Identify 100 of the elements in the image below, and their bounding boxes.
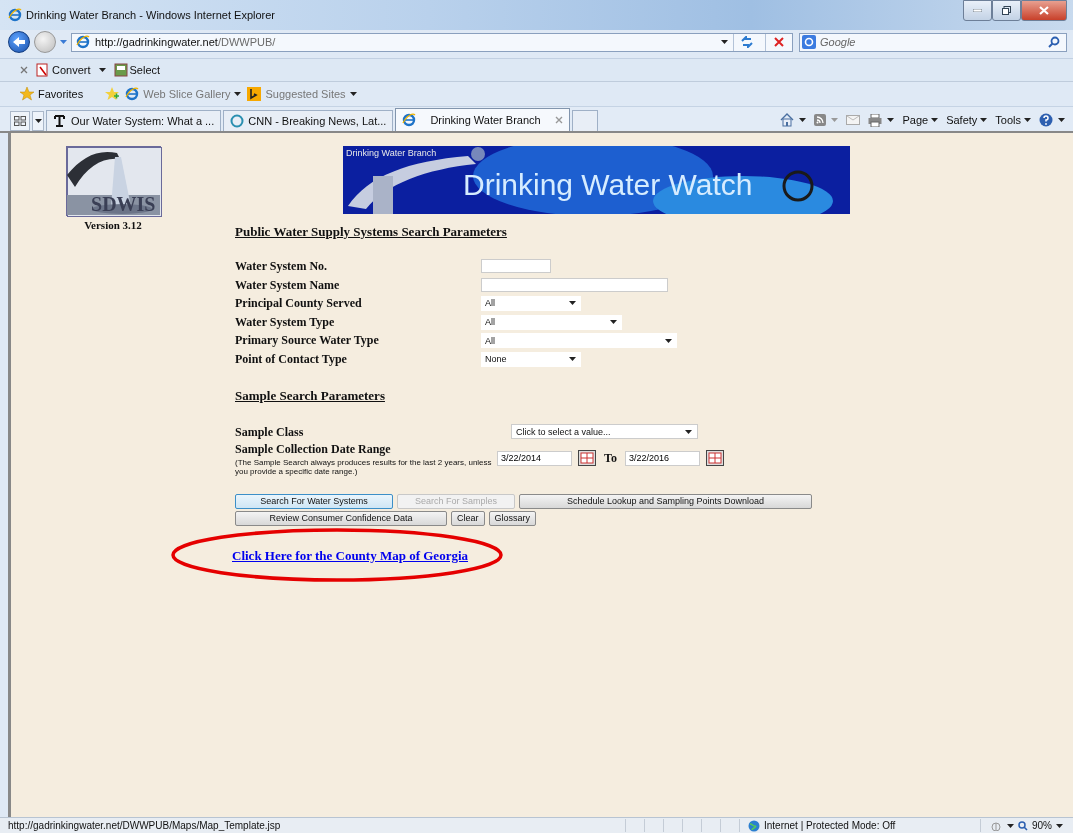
browser-tab[interactable]: Drinking Water Branch — [395, 108, 570, 131]
status-text: http://gadrinkingwater.net/DWWPUB/Maps/Map_Template.jsp — [8, 820, 281, 831]
text-field[interactable] — [481, 277, 668, 292]
help-icon — [1039, 113, 1053, 127]
dropdown[interactable]: Click to select a value... — [511, 424, 698, 440]
caret-icon[interactable] — [931, 118, 939, 122]
browser-logo-icon — [402, 113, 417, 127]
history-caret-icon[interactable] — [60, 40, 67, 44]
field-label: Primary Source Water Type — [235, 332, 380, 349]
home-button[interactable] — [780, 113, 807, 127]
version-label: Version 3.12 — [84, 219, 142, 231]
date-field[interactable]: 3/22/2016 — [624, 450, 700, 466]
caret-icon[interactable] — [1058, 118, 1065, 122]
toolbar-menu[interactable]: Safety — [946, 114, 978, 126]
calendar-icon[interactable] — [705, 450, 724, 467]
window-title: Drinking Water Branch - Windows Internet Explorer — [26, 8, 275, 22]
star-icon — [20, 87, 34, 101]
pdf-icon — [36, 63, 50, 77]
banner-subtitle: Drinking Water Branch — [346, 148, 437, 158]
restore-button[interactable] — [992, 0, 1021, 21]
favorites-link[interactable]: Web Slice Gallery — [143, 88, 231, 100]
caret-icon[interactable] — [234, 92, 242, 96]
caret-icon — [665, 338, 672, 343]
printer-icon — [868, 113, 883, 127]
globe-icon — [748, 819, 760, 832]
dropdown[interactable]: None — [481, 351, 581, 367]
to-label: To — [604, 450, 617, 466]
browser-tab[interactable]: Our Water System: What a ... — [46, 110, 222, 131]
date-field[interactable]: 3/22/2014 — [497, 450, 572, 466]
caret-icon[interactable] — [349, 92, 357, 96]
tab-list-button[interactable] — [32, 111, 44, 131]
status-text: Internet | Protected Mode: Off — [764, 820, 896, 831]
dropdown[interactable]: All — [481, 314, 622, 330]
field-label: Water System No. — [235, 258, 329, 275]
section-heading: Sample Search Parameters — [235, 387, 386, 404]
back-button[interactable] — [8, 31, 30, 53]
search-field[interactable]: Google — [799, 32, 1067, 52]
caret-icon[interactable] — [98, 68, 106, 72]
address-field[interactable]: http://gadrinkingwater.net/DWWPUB/ — [71, 32, 793, 52]
caret-icon — [569, 301, 576, 306]
browser-logo-icon — [125, 87, 140, 101]
form-button[interactable]: Schedule Lookup and Sampling Points Download — [519, 493, 812, 509]
close-tab-icon[interactable] — [554, 116, 563, 124]
bing-logo-icon — [247, 87, 262, 101]
caret-icon[interactable] — [721, 40, 728, 44]
close-button[interactable] — [1021, 0, 1067, 21]
ring-icon — [230, 114, 245, 128]
feeds-button[interactable] — [814, 114, 839, 126]
toolbar-button-label[interactable]: Select — [129, 64, 161, 76]
favorites-link[interactable]: Suggested Sites — [265, 88, 346, 100]
search-icon[interactable] — [1048, 36, 1060, 48]
field-label: Point of Contact Type — [235, 350, 348, 368]
caret-icon[interactable] — [1056, 823, 1063, 828]
favorites-link[interactable]: Favorites — [38, 88, 84, 100]
caret-icon — [610, 320, 617, 325]
toolbar-menu[interactable]: Page — [902, 114, 929, 126]
search-input[interactable]: Google — [820, 36, 1044, 48]
field-label: Water System Name — [235, 276, 341, 294]
print-button[interactable] — [868, 113, 895, 127]
form-button[interactable]: Review Consumer Confidence Data — [235, 510, 447, 526]
caret-icon[interactable] — [980, 118, 988, 122]
help-button[interactable] — [1039, 113, 1065, 127]
home-icon — [780, 113, 795, 127]
text-field[interactable] — [481, 259, 551, 274]
minimize-button[interactable] — [963, 0, 992, 21]
banner-title: Drinking Water Watch — [463, 168, 753, 202]
restore-icon — [1002, 6, 1011, 15]
feed-icon — [814, 114, 827, 126]
quick-tabs-button[interactable] — [10, 111, 30, 131]
form-button[interactable]: Clear — [451, 510, 485, 526]
url-text: http://gadrinkingwater.net/DWWPUB/ — [95, 36, 276, 48]
close-icon — [1039, 6, 1049, 15]
caret-icon — [685, 429, 692, 434]
caret-icon[interactable] — [1007, 823, 1014, 828]
caret-icon[interactable] — [1024, 118, 1031, 122]
dropdown[interactable]: All — [481, 333, 677, 349]
grid-icon — [14, 116, 26, 126]
caret-icon — [569, 357, 576, 362]
zoom-level[interactable]: 90% — [1032, 820, 1052, 831]
caret-icon[interactable] — [799, 118, 807, 122]
back-arrow-icon — [12, 36, 26, 48]
section-heading: Public Water Supply Systems Search Parameters — [235, 224, 508, 240]
help-text: (The Sample Search always produces results for the last 2 years, unless you provide a specific date range.) — [235, 457, 493, 476]
calendar-icon[interactable] — [578, 450, 596, 467]
refresh-icon — [740, 36, 754, 48]
form-button[interactable]: Glossary — [488, 510, 537, 526]
field-label: Water System Type — [235, 313, 336, 331]
toolbar-button-label[interactable]: Convert — [52, 64, 91, 76]
caret-icon[interactable] — [887, 118, 895, 122]
field-label: Sample Collection Date Range — [235, 441, 392, 458]
browser-tab[interactable]: CNN - Breaking News, Lat... — [223, 110, 394, 131]
field-label: Sample Class — [235, 423, 305, 441]
dropdown[interactable]: All — [481, 296, 581, 311]
caret-icon[interactable] — [34, 119, 42, 123]
toolbar-menu[interactable]: Tools — [995, 114, 1021, 126]
minimize-icon — [973, 9, 982, 12]
form-button[interactable]: Search For Water Systems — [235, 493, 393, 509]
zoom-icon — [1018, 820, 1028, 831]
close-icon[interactable] — [20, 66, 28, 74]
field-label: Principal County Served — [235, 295, 363, 312]
